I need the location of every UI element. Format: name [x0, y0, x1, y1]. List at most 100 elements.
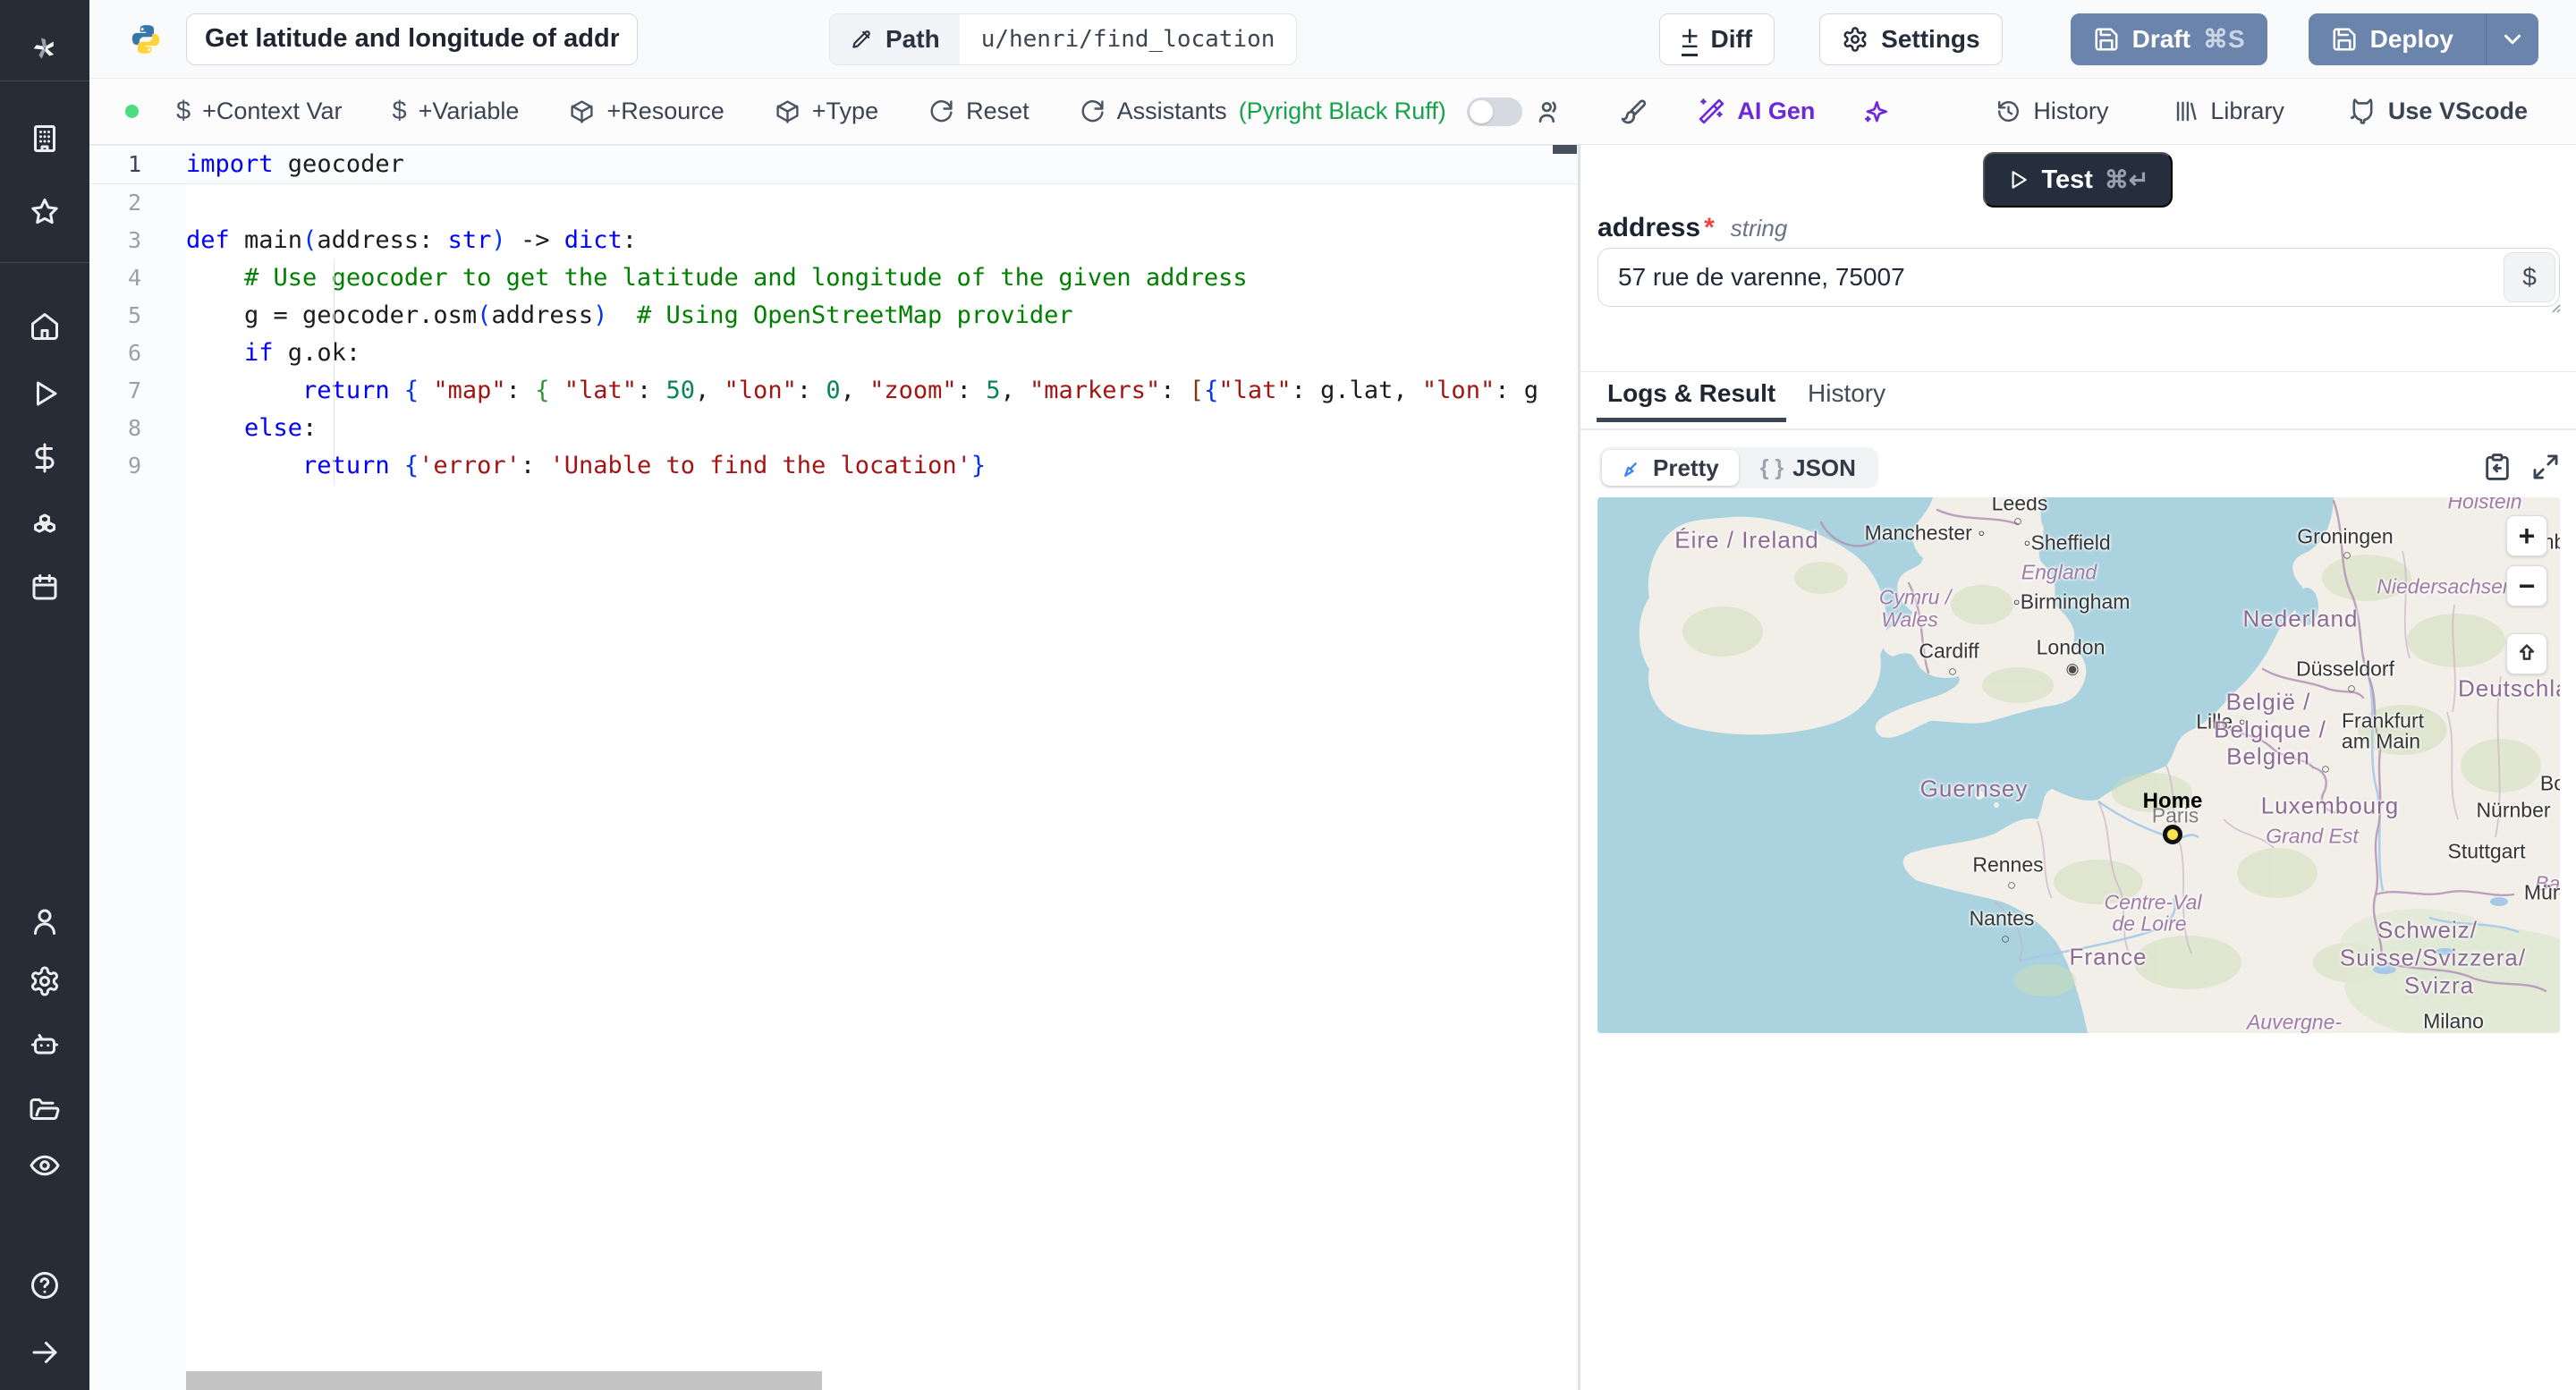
path-chip[interactable]: Path u/henri/find_location: [829, 13, 1298, 65]
expand-result-icon[interactable]: [2530, 452, 2561, 482]
map-zoom-in-button[interactable]: +: [2506, 515, 2547, 556]
reset-button[interactable]: Reset: [928, 97, 1030, 125]
code-line[interactable]: 5 g = geocoder.osm(address) # Using Open…: [89, 297, 1578, 335]
home-marker[interactable]: [2163, 825, 2182, 844]
add-variable-button[interactable]: $ +Variable: [392, 97, 519, 126]
resize-handle-icon[interactable]: [2547, 300, 2562, 314]
pen-nib-icon: [1624, 462, 1637, 477]
audit-eye-icon[interactable]: [0, 1137, 89, 1194]
resources-cubes-icon[interactable]: [0, 495, 89, 552]
diff-button[interactable]: ± Diff: [1658, 13, 1775, 65]
deploy-button[interactable]: Deploy: [2308, 13, 2538, 65]
draft-button[interactable]: Draft ⌘S: [2070, 13, 2267, 65]
tab-history[interactable]: History: [1808, 379, 1885, 408]
assistants-button[interactable]: Assistants (Pyright Black Ruff): [1080, 97, 1446, 125]
add-context-var-button[interactable]: $ +Context Var: [176, 97, 342, 126]
arrow-up-icon: [2519, 644, 2535, 660]
code-line[interactable]: 4 # Use geocoder to get the latitude and…: [89, 259, 1578, 297]
script-title-input[interactable]: [186, 13, 638, 65]
sidebar: [0, 0, 89, 1390]
header-bar: Path u/henri/find_location ± Diff Settin…: [89, 0, 2576, 79]
windmill-logo[interactable]: [0, 20, 89, 77]
pencil-icon: [850, 28, 873, 51]
code-line[interactable]: 3 def main(address: str) -> dict:: [89, 222, 1578, 259]
variable-picker-button[interactable]: $: [2504, 252, 2555, 302]
python-logo-icon: [129, 21, 163, 57]
draft-shortcut: ⌘S: [2202, 25, 2245, 53]
code-line[interactable]: 1 import geocoder: [89, 145, 1578, 184]
code-editor[interactable]: 1 import geocoder 2 3 def main(address: str)…: [89, 145, 1578, 1390]
library-button[interactable]: Library: [2173, 97, 2284, 125]
vscode-cat-icon: [2349, 97, 2377, 125]
copy-result-icon[interactable]: [2482, 452, 2512, 482]
line-number: 6: [127, 340, 141, 366]
code-line[interactable]: 7 return { "map": { "lat": 50, "lon": 0,…: [89, 372, 1578, 410]
add-type-button[interactable]: +Type: [775, 97, 878, 125]
assistants-detail: (Pyright Black Ruff): [1238, 97, 1446, 124]
help-question-icon[interactable]: [0, 1257, 89, 1314]
package-icon: [775, 98, 801, 124]
dollar-icon: $: [176, 97, 191, 125]
address-input[interactable]: [1597, 248, 2560, 307]
history-clock-icon: [1996, 98, 2021, 124]
test-panel: Test ⌘↵ address* string $ Logs & Result …: [1580, 145, 2576, 1390]
settings-gear-icon[interactable]: [0, 953, 89, 1010]
line-number: 8: [127, 415, 141, 441]
save-icon: [2093, 26, 2120, 53]
code-line[interactable]: 6 if g.ok:: [89, 335, 1578, 372]
map-zoom-out-button[interactable]: −: [2506, 565, 2547, 606]
result-map[interactable]: Leeds ○ Holstein Éire / Ireland Manchester ◦…: [1597, 497, 2560, 1033]
history-button[interactable]: History: [1996, 97, 2108, 125]
line-number: 3: [127, 227, 141, 253]
library-bars-icon: [2173, 98, 2199, 124]
tab-logs-result[interactable]: Logs & Result: [1596, 379, 1787, 422]
sparkles-icon[interactable]: [1861, 97, 1890, 126]
schedules-calendar-icon[interactable]: [0, 559, 89, 616]
ai-gen-button[interactable]: AI Gen: [1698, 97, 1815, 125]
braces-icon: { }: [1759, 454, 1784, 480]
refresh-icon: [928, 98, 954, 124]
home-icon[interactable]: [0, 298, 89, 355]
favorites-star-icon[interactable]: [0, 183, 89, 241]
plus-minus-icon: ±: [1681, 20, 1699, 56]
code-line[interactable]: 2: [89, 184, 1578, 222]
use-vscode-button[interactable]: Use VScode: [2349, 97, 2528, 125]
horizontal-scrollbar[interactable]: [186, 1370, 1578, 1390]
code-line[interactable]: 9 return {'error': 'Unable to find the l…: [89, 447, 1578, 485]
test-button[interactable]: Test ⌘↵: [1983, 152, 2173, 208]
collapse-arrow-icon[interactable]: [0, 1324, 89, 1381]
argument-label: address * string: [1597, 213, 1788, 242]
folders-icon[interactable]: [0, 1083, 89, 1140]
divider: [1580, 371, 2576, 372]
line-number: 1: [127, 151, 141, 177]
code-lines: 1 import geocoder 2 3 def main(address: str)…: [89, 145, 1578, 485]
settings-button[interactable]: Settings: [1819, 13, 2003, 65]
pretty-view-button[interactable]: Pretty: [1602, 450, 1739, 486]
multiplayer-person-icon[interactable]: [1535, 97, 1563, 126]
users-person-icon[interactable]: [0, 893, 89, 950]
line-number: 7: [127, 377, 141, 403]
format-brush-icon[interactable]: [1619, 97, 1648, 126]
workers-robot-icon[interactable]: [0, 1016, 89, 1073]
map-fit-bounds-button[interactable]: [2506, 633, 2547, 674]
add-resource-button[interactable]: +Resource: [569, 97, 724, 125]
horizontal-scrollbar-thumb[interactable]: [186, 1371, 822, 1390]
line-number: 4: [127, 265, 141, 291]
result-view-toggle: Pretty { } JSON: [1599, 447, 1878, 488]
code-line[interactable]: 8 else:: [89, 410, 1578, 447]
sidebar-divider: [0, 262, 89, 263]
package-icon: [569, 98, 595, 124]
scrollbar-overview-thumb: [1553, 145, 1577, 154]
windmill-script-editor: Path u/henri/find_location ± Diff Settin…: [0, 0, 2576, 1390]
line-number: 2: [127, 190, 141, 216]
workspace-building-icon[interactable]: [0, 110, 89, 167]
runs-play-icon[interactable]: [0, 365, 89, 422]
variables-dollar-icon[interactable]: [0, 429, 89, 487]
multiplayer-toggle[interactable]: [1467, 97, 1523, 126]
line-number: 9: [127, 453, 141, 479]
play-icon: [2012, 171, 2028, 189]
save-icon: [2331, 26, 2358, 53]
json-view-button[interactable]: { } JSON: [1741, 450, 1876, 486]
path-value: u/henri/find_location: [980, 25, 1275, 53]
deploy-dropdown-button[interactable]: [2486, 13, 2538, 65]
